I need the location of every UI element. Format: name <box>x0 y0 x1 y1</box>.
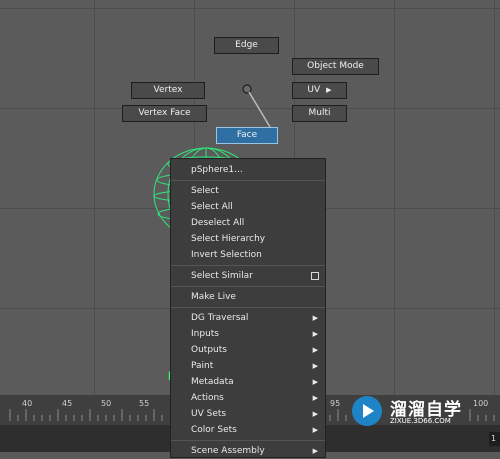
marking-menu-face[interactable]: Face <box>216 127 278 144</box>
watermark: 溜溜自学 ZIXUE.3D66.COM <box>352 392 500 432</box>
menu-item-select-similar[interactable]: Select Similar <box>171 268 325 284</box>
submenu-arrow-icon: ▶ <box>312 314 318 322</box>
menu-item-inputs[interactable]: Inputs ▶ <box>171 326 325 342</box>
menu-divider <box>171 286 325 287</box>
timeline-tick: 50 <box>101 399 112 408</box>
menu-header-object[interactable]: pSphere1... <box>171 162 325 178</box>
menu-item-make-live[interactable]: Make Live <box>171 289 325 305</box>
submenu-arrow-icon: ▶ <box>312 362 318 370</box>
menu-item-outputs[interactable]: Outputs ▶ <box>171 342 325 358</box>
marking-menu-edge[interactable]: Edge <box>214 37 279 54</box>
watermark-url: ZIXUE.3D66.COM <box>390 417 451 425</box>
timeline-tick: 95 <box>330 399 341 408</box>
marking-menu-multi[interactable]: Multi <box>292 105 347 122</box>
menu-item-select[interactable]: Select <box>171 183 325 199</box>
menu-item-dg-traversal[interactable]: DG Traversal ▶ <box>171 310 325 326</box>
submenu-arrow-icon: ▶ <box>312 426 318 434</box>
menu-item-select-hierarchy[interactable]: Select Hierarchy <box>171 231 325 247</box>
submenu-arrow-icon: ▶ <box>312 378 318 386</box>
play-logo-icon <box>352 396 382 426</box>
submenu-arrow-icon: ▶ <box>312 346 318 354</box>
menu-item-invert-selection[interactable]: Invert Selection <box>171 247 325 263</box>
menu-item-actions[interactable]: Actions ▶ <box>171 390 325 406</box>
context-menu: pSphere1... Select Select All Deselect A… <box>170 158 326 458</box>
menu-item-uv-sets[interactable]: UV Sets ▶ <box>171 406 325 422</box>
menu-divider <box>171 265 325 266</box>
menu-divider <box>171 180 325 181</box>
menu-item-color-sets[interactable]: Color Sets ▶ <box>171 422 325 438</box>
chevron-right-icon: ▶ <box>326 86 332 94</box>
submenu-arrow-icon: ▶ <box>312 330 318 338</box>
submenu-arrow-icon: ▶ <box>312 410 318 418</box>
submenu-arrow-icon: ▶ <box>312 394 318 402</box>
menu-divider <box>171 440 325 441</box>
menu-item-paint[interactable]: Paint ▶ <box>171 358 325 374</box>
submenu-arrow-icon: ▶ <box>312 447 318 455</box>
option-box-icon[interactable] <box>311 272 319 280</box>
menu-item-scene-assembly[interactable]: Scene Assembly ▶ <box>171 443 325 459</box>
timeline-tick: 40 <box>22 399 33 408</box>
menu-item-metadata[interactable]: Metadata ▶ <box>171 374 325 390</box>
menu-divider <box>171 307 325 308</box>
menu-item-select-all[interactable]: Select All <box>171 199 325 215</box>
marking-menu-vertex[interactable]: Vertex <box>131 82 205 99</box>
marking-menu-uv[interactable]: UV ▶ <box>292 82 347 99</box>
current-frame-field[interactable]: 1 <box>489 432 500 446</box>
timeline-tick: 45 <box>62 399 73 408</box>
marking-menu-vertex-face[interactable]: Vertex Face <box>122 105 207 122</box>
timeline-tick: 55 <box>139 399 150 408</box>
menu-item-deselect-all[interactable]: Deselect All <box>171 215 325 231</box>
marking-menu-object-mode[interactable]: Object Mode <box>292 58 379 75</box>
